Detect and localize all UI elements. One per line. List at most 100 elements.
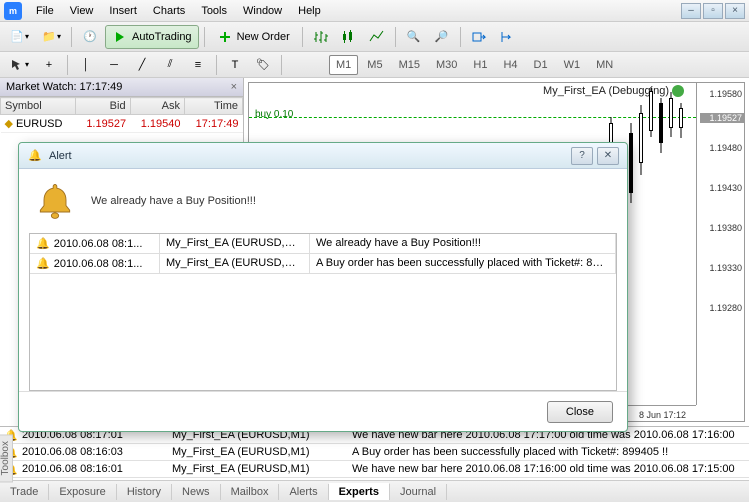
menu-help[interactable]: Help xyxy=(290,2,329,20)
separator xyxy=(395,27,396,47)
bell-icon: 🔔 xyxy=(27,148,43,164)
tab-experts[interactable]: Experts xyxy=(329,483,390,500)
vline-button[interactable]: │ xyxy=(73,53,99,77)
menu-charts[interactable]: Charts xyxy=(145,2,193,20)
close-button[interactable]: Close xyxy=(547,401,613,423)
dialog-footer: Close xyxy=(19,391,627,431)
timeframe-m5[interactable]: M5 xyxy=(360,55,389,75)
timeframe-mn[interactable]: MN xyxy=(589,55,620,75)
tab-trade[interactable]: Trade xyxy=(0,484,49,500)
toolbox-side-label[interactable]: Toolbox xyxy=(0,434,13,482)
log-message: A Buy order has been successfully placed… xyxy=(352,446,745,458)
separator xyxy=(460,27,461,47)
col-ask[interactable]: Ask xyxy=(130,98,184,115)
menu-file[interactable]: File xyxy=(28,2,62,20)
tab-journal[interactable]: Journal xyxy=(390,484,447,500)
timeframe-m30[interactable]: M30 xyxy=(429,55,464,75)
cursor-button[interactable]: ▾ xyxy=(4,53,34,77)
fibo-button[interactable]: ≡ xyxy=(185,53,211,77)
tab-mailbox[interactable]: Mailbox xyxy=(221,484,280,500)
y-tick: 1.19580 xyxy=(698,89,742,99)
zoom-out-button[interactable]: 🔎 xyxy=(429,25,455,49)
alert-time: 2010.06.08 08:1... xyxy=(54,238,143,250)
text-button[interactable]: T xyxy=(222,53,248,77)
menu-window[interactable]: Window xyxy=(235,2,290,20)
separator xyxy=(302,27,303,47)
hline-icon: ─ xyxy=(106,57,122,73)
dialog-titlebar[interactable]: 🔔 Alert ? ✕ xyxy=(19,143,627,169)
separator xyxy=(281,55,282,75)
label-button[interactable]: 🏷 xyxy=(250,53,276,77)
document-icon: 📄 xyxy=(9,29,25,45)
candle-chart-button[interactable] xyxy=(336,25,362,49)
crosshair-icon: + xyxy=(41,57,57,73)
plus-icon xyxy=(217,29,233,45)
dialog-close-button[interactable]: ✕ xyxy=(597,147,619,165)
main-toolbar: 📄▾ 📁▾ 🕐 AutoTrading New Order 🔍 🔎 xyxy=(0,22,749,52)
timeframe-w1[interactable]: W1 xyxy=(557,55,588,75)
separator xyxy=(71,27,72,47)
symbol-cell: EURUSD xyxy=(16,118,62,130)
profiles-button[interactable]: 📁▾ xyxy=(36,25,66,49)
log-row[interactable]: 🔔 2010.06.08 08:16:03 My_First_EA (EURUS… xyxy=(0,444,749,461)
col-time[interactable]: Time xyxy=(185,98,243,115)
timeframe-m1[interactable]: M1 xyxy=(329,55,358,75)
channel-button[interactable]: ⫽ xyxy=(157,53,183,77)
candles-icon xyxy=(341,29,357,45)
market-watch-close[interactable]: × xyxy=(231,81,237,93)
alert-source: My_First_EA (EURUSD,M1) xyxy=(160,254,310,273)
bar-chart-button[interactable] xyxy=(308,25,334,49)
channel-icon: ⫽ xyxy=(162,57,178,73)
new-chart-button[interactable]: 📄▾ xyxy=(4,25,34,49)
market-watch-row[interactable]: ◆EURUSD 1.19527 1.19540 17:17:49 xyxy=(1,115,243,133)
drawing-toolbar: ▾ + │ ─ ╱ ⫽ ≡ T 🏷 M1 M5 M15 M30 H1 H4 D1… xyxy=(0,52,749,78)
crosshair-button[interactable]: + xyxy=(36,53,62,77)
hline-button[interactable]: ─ xyxy=(101,53,127,77)
y-tick: 1.19380 xyxy=(698,223,742,233)
menu-view[interactable]: View xyxy=(62,2,102,20)
scroll-icon xyxy=(471,29,487,45)
bid-cell: 1.19527 xyxy=(76,115,130,133)
autotrading-button[interactable]: AutoTrading xyxy=(105,25,199,49)
line-chart-button[interactable] xyxy=(364,25,390,49)
alert-row[interactable]: 🔔2010.06.08 08:1... My_First_EA (EURUSD,… xyxy=(30,234,616,254)
alert-dialog: 🔔 Alert ? ✕ We already have a Buy Positi… xyxy=(18,142,628,432)
folder-icon: 📁 xyxy=(41,29,57,45)
col-symbol[interactable]: Symbol xyxy=(1,98,76,115)
minimize-button[interactable]: – xyxy=(681,3,701,19)
ask-cell: 1.19540 xyxy=(130,115,184,133)
y-tick: 1.19280 xyxy=(698,303,742,313)
separator xyxy=(67,55,68,75)
tab-exposure[interactable]: Exposure xyxy=(49,484,116,500)
app-icon: m xyxy=(4,2,22,20)
label-icon: 🏷 xyxy=(255,57,271,73)
new-order-button[interactable]: New Order xyxy=(210,25,297,49)
menu-tools[interactable]: Tools xyxy=(193,2,235,20)
col-bid[interactable]: Bid xyxy=(76,98,130,115)
y-axis: 1.19580 1.19527 1.19480 1.19430 1.19380 … xyxy=(696,83,744,405)
play-icon xyxy=(112,29,128,45)
timeframe-m15[interactable]: M15 xyxy=(392,55,427,75)
vline-icon: │ xyxy=(78,57,94,73)
tab-history[interactable]: History xyxy=(117,484,172,500)
diamond-icon: ◆ xyxy=(5,118,13,130)
tab-news[interactable]: News xyxy=(172,484,221,500)
timeframe-d1[interactable]: D1 xyxy=(527,55,555,75)
market-watch-toggle[interactable]: 🕐 xyxy=(77,25,103,49)
dialog-help-button[interactable]: ? xyxy=(571,147,593,165)
log-row[interactable]: 🔔 2010.06.08 08:16:01 My_First_EA (EURUS… xyxy=(0,461,749,478)
log-message: We have new bar here 2010.06.08 17:16:00… xyxy=(352,463,745,475)
menu-insert[interactable]: Insert xyxy=(101,2,145,20)
scroll-button[interactable] xyxy=(466,25,492,49)
maximize-button[interactable]: ▫ xyxy=(703,3,723,19)
close-button[interactable]: × xyxy=(725,3,745,19)
shift-button[interactable] xyxy=(494,25,520,49)
timeframe-h4[interactable]: H4 xyxy=(496,55,524,75)
log-source: My_First_EA (EURUSD,M1) xyxy=(172,463,352,475)
tab-alerts[interactable]: Alerts xyxy=(279,484,328,500)
timeframe-h1[interactable]: H1 xyxy=(466,55,494,75)
trendline-button[interactable]: ╱ xyxy=(129,53,155,77)
toolbox-log: 🔔 2010.06.08 08:17:01 My_First_EA (EURUS… xyxy=(0,427,749,480)
zoom-in-button[interactable]: 🔍 xyxy=(401,25,427,49)
alert-row[interactable]: 🔔2010.06.08 08:1... My_First_EA (EURUSD,… xyxy=(30,254,616,274)
